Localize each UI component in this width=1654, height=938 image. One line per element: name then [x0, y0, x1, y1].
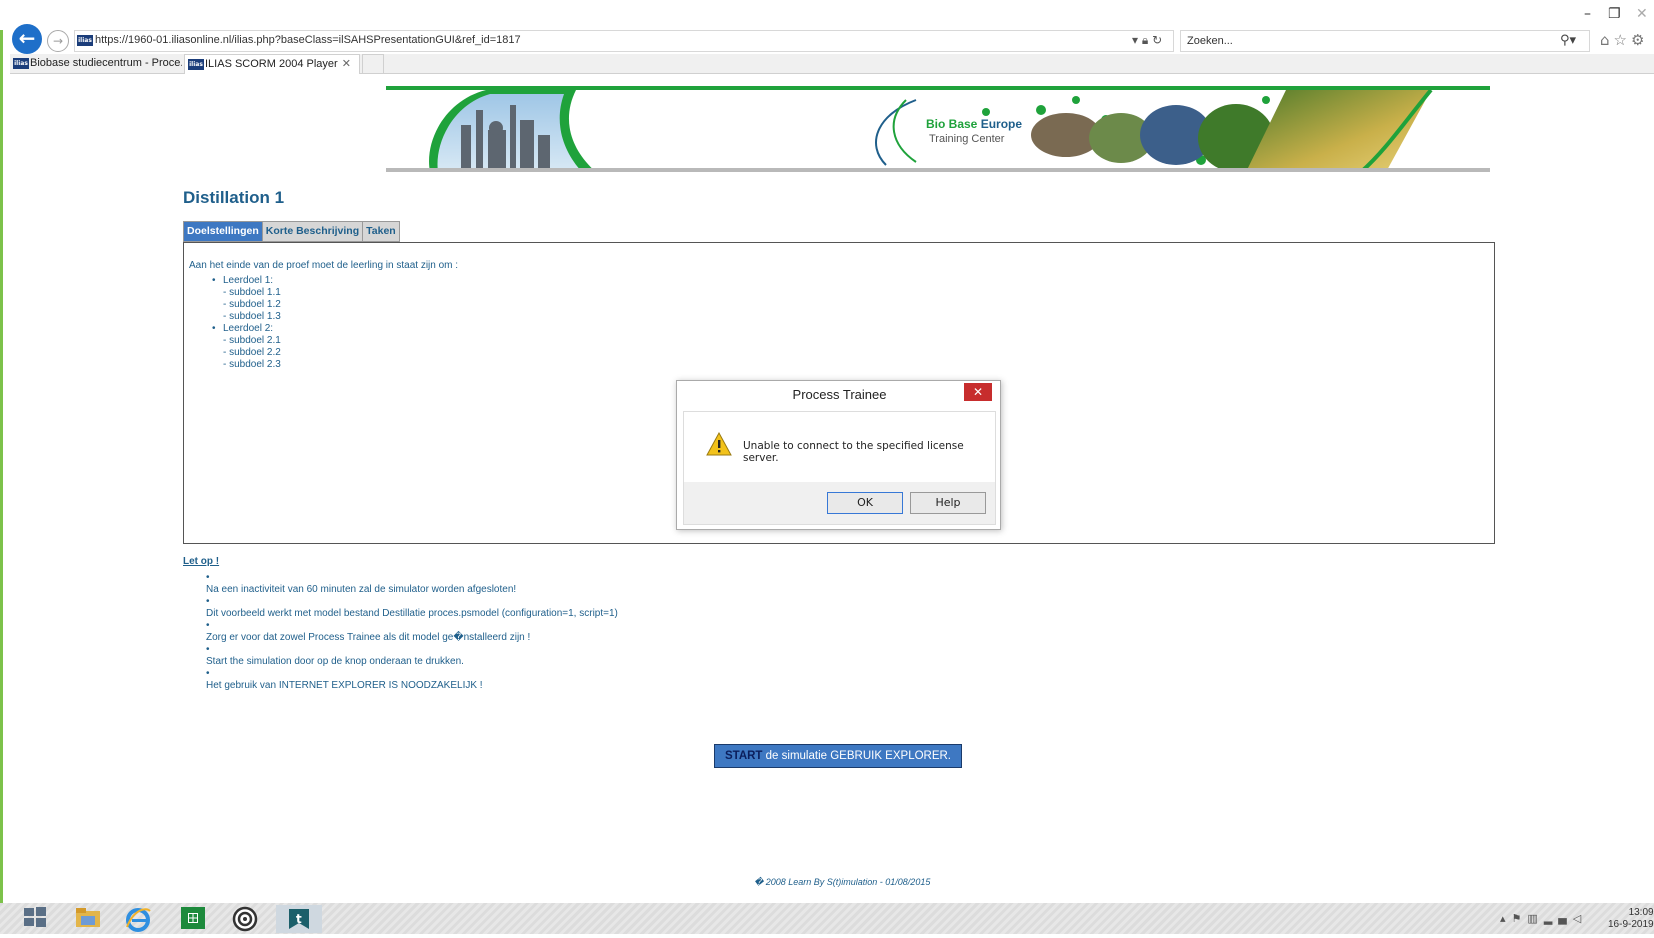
warning-icon	[706, 432, 732, 456]
notice-item: • Het gebruik van INTERNET EXPLORER IS N…	[206, 668, 483, 691]
dropdown-icon[interactable]: ▾	[1132, 33, 1138, 47]
clock-time: 13:09	[1628, 907, 1654, 918]
clock-date: 16-9-2019	[1608, 919, 1654, 930]
start-rest-label: de simulatie GEBRUIK EXPLORER.	[762, 750, 952, 762]
search-icon[interactable]: ⚲▾	[1560, 33, 1576, 48]
tray-chevron-icon[interactable]: ▴	[1500, 912, 1512, 925]
back-arrow-icon[interactable]: ←	[12, 24, 42, 54]
system-tray: ▴⚑▥▂▄◁	[1500, 912, 1587, 925]
tray-network-icon[interactable]: ▥	[1527, 912, 1543, 925]
minimize-icon[interactable]: –	[1584, 6, 1591, 22]
dialog-message: Unable to connect to the specified licen…	[743, 440, 964, 464]
notice-list: • Na een inactiviteit van 60 minuten zal…	[206, 572, 618, 692]
ok-button[interactable]: OK	[827, 492, 903, 514]
forward-arrow-icon[interactable]: →	[47, 30, 69, 52]
dialog-close-icon[interactable]: ✕	[964, 383, 992, 401]
subgoal-item: - subdoel 1.1	[223, 287, 281, 298]
tray-volume-icon[interactable]: ◁	[1573, 912, 1587, 925]
content-tabs: Doelstellingen Korte Beschrijving Taken	[183, 221, 400, 242]
internet-explorer-icon[interactable]	[115, 905, 161, 933]
settings-gear-icon[interactable]: ⚙	[1631, 31, 1648, 49]
tray-flag-icon[interactable]: ⚑	[1512, 912, 1528, 925]
browser-tab-biobase[interactable]: ilias Biobase studiecentrum - Proce...	[10, 54, 182, 74]
start-simulation-button[interactable]: START de simulatie GEBRUIK EXPLORER.	[714, 744, 962, 768]
tab-label: Biobase studiecentrum - Proce...	[30, 57, 182, 69]
process-trainee-app-icon[interactable]	[222, 905, 268, 933]
address-bar[interactable]: ilias https://1960-01.iliasonline.nl/ili…	[74, 30, 1174, 52]
dialog-body: Unable to connect to the specified licen…	[683, 411, 996, 525]
goal-item: • Leerdoel 1:	[212, 275, 274, 286]
footer-copyright: � 2008 Learn By S(t)imulation - 01/08/20…	[754, 877, 931, 887]
subgoal-item: - subdoel 1.2	[223, 299, 281, 310]
bio-base-europe-banner: Bio Base Europe Training Center	[386, 86, 1490, 172]
start-bold-label: START	[724, 750, 763, 762]
help-button[interactable]: Help	[910, 492, 986, 514]
title-bar: – ❐ ✕	[0, 0, 1654, 30]
dialog-button-bar: OK Help	[684, 482, 995, 524]
goals-list: • Leerdoel 1: - subdoel 1.1 - subdoel 1.2…	[212, 275, 281, 371]
search-input[interactable]: Zoeken...	[1180, 30, 1590, 52]
notice-item: • Dit voorbeeld werkt met model bestand …	[206, 596, 618, 619]
notice-item: • Zorg er voor dat zowel Process Trainee…	[206, 620, 531, 643]
ilias-favicon-icon: ilias	[188, 59, 204, 70]
address-controls: ▾ 🔒︎ ↻	[1132, 33, 1162, 48]
close-window-icon[interactable]: ✕	[1636, 6, 1648, 22]
new-tab-button[interactable]	[362, 54, 384, 74]
teamviewer-app-icon[interactable]: t	[276, 905, 322, 933]
home-icon[interactable]: ⌂	[1600, 31, 1614, 49]
tab-taken[interactable]: Taken	[362, 221, 400, 242]
taskbar-clock[interactable]: 13:09 16-9-2019	[1608, 907, 1654, 931]
banner-graphic: Bio Base Europe Training Center	[386, 90, 1490, 172]
browser-toolbar-icons: ⌂☆⚙	[1600, 31, 1648, 49]
browser-tab-scorm-player[interactable]: ilias ILIAS SCORM 2004 Player ✕	[184, 54, 360, 74]
close-tab-icon[interactable]: ✕	[342, 57, 351, 70]
banner-brand-line1: Bio Base Europe	[926, 117, 1022, 131]
favorites-star-icon[interactable]: ☆	[1614, 31, 1631, 49]
tab-label: ILIAS SCORM 2004 Player	[205, 58, 338, 70]
subgoal-item: - subdoel 2.2	[223, 347, 281, 358]
goal-item: • Leerdoel 2:	[212, 323, 274, 334]
refresh-icon[interactable]: ↻	[1152, 33, 1162, 47]
subgoal-item: - subdoel 2.1	[223, 335, 281, 346]
notice-item: • Start the simulation door op de knop o…	[206, 644, 464, 667]
tab-korte-beschrijving[interactable]: Korte Beschrijving	[261, 221, 363, 242]
banner-brand-line2: Training Center	[929, 133, 1005, 145]
lock-icon[interactable]: 🔒︎	[1142, 33, 1148, 47]
address-url: https://1960-01.iliasonline.nl/ilias.php…	[95, 34, 521, 46]
dialog-title: Process Trainee	[792, 387, 887, 402]
page-title: Distillation 1	[183, 188, 285, 207]
svg-text:t: t	[296, 912, 302, 926]
windows-start-icon[interactable]	[12, 905, 58, 933]
tab-strip: ilias Biobase studiecentrum - Proce... i…	[10, 54, 1654, 74]
restore-icon[interactable]: ❐	[1608, 6, 1621, 22]
notice-item: • Na een inactiviteit van 60 minuten zal…	[206, 572, 517, 595]
subgoal-item: - subdoel 1.3	[223, 311, 281, 322]
subgoal-item: - subdoel 2.3	[223, 359, 281, 370]
ilias-favicon-icon: ilias	[13, 58, 29, 69]
intro-text: Aan het einde van de proef moet de leerl…	[189, 260, 459, 271]
tab-doelstellingen[interactable]: Doelstellingen	[183, 221, 262, 242]
taskbar: t	[0, 903, 1654, 934]
tray-signal-icon[interactable]: ▂▄	[1544, 912, 1573, 925]
ilias-favicon-icon: ilias	[77, 35, 93, 46]
store-icon[interactable]	[170, 905, 216, 933]
notice-heading: Let op !	[183, 556, 220, 567]
file-explorer-icon[interactable]	[65, 905, 111, 933]
error-dialog: Process Trainee ✕ Unable to connect to t…	[676, 380, 1001, 530]
